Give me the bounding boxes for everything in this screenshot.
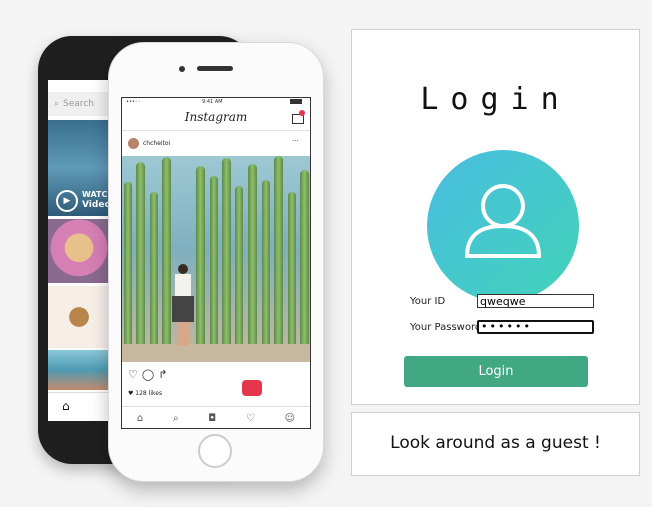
password-field[interactable]: •••••• [477, 320, 594, 334]
back-video-label: Video [82, 200, 111, 210]
back-search-bar: ⌕ Search [48, 92, 110, 116]
password-value: •••••• [481, 320, 532, 333]
play-icon: ▶ [56, 190, 78, 212]
battery-icon [290, 99, 302, 104]
front-phone-screen: •••◦◦ 9:41 AM Instagram chcheitoi ··· ♡◯… [121, 97, 311, 429]
post-username[interactable]: chcheitoi [143, 140, 170, 147]
back-search-placeholder: Search [63, 99, 94, 109]
back-tab-bar: ⌂ [48, 392, 110, 421]
status-time: 9:41 AM [202, 99, 223, 105]
app-title: Instagram [184, 110, 248, 124]
search-icon[interactable]: ⌕ [173, 413, 179, 424]
heart-icon[interactable]: ♡ [128, 368, 142, 381]
password-label: Your Password [410, 322, 482, 333]
home-icon: ⌂ [62, 399, 70, 413]
user-icon [464, 184, 542, 258]
comment-icon[interactable]: ◯ [142, 368, 158, 381]
notification-dot [299, 110, 305, 116]
phone-camera [179, 66, 185, 72]
post-actions: ♡◯↱ [128, 368, 171, 381]
id-field[interactable] [477, 294, 594, 308]
more-icon[interactable]: ··· [292, 137, 299, 145]
post-header: chcheitoi [128, 138, 170, 149]
divider [122, 130, 310, 131]
tab-bar: ⌂ ⌕ ◘ ♡ ☺ [122, 406, 310, 428]
post-photo [122, 156, 310, 362]
back-tile-pool [48, 350, 110, 390]
phone-home-button [198, 434, 232, 468]
login-card: Login Your ID Your Password •••••• Login [351, 29, 640, 405]
likes-text: 128 likes [135, 390, 163, 397]
id-label: Your ID [410, 296, 446, 307]
back-tile-cat [48, 219, 110, 283]
home-icon[interactable]: ⌂ [137, 413, 143, 424]
guest-card[interactable]: Look around as a guest ! [351, 412, 640, 476]
login-title: Login [420, 82, 571, 117]
share-icon[interactable]: ↱ [158, 368, 171, 381]
search-icon: ⌕ [54, 99, 60, 109]
login-button[interactable]: Login [404, 356, 588, 387]
heart-icon[interactable]: ♡ [246, 413, 255, 424]
phone-speaker [197, 66, 233, 71]
status-bar: •••◦◦ 9:41 AM [122, 98, 310, 108]
likes-count: ♥ 128 likes [128, 390, 163, 397]
user-avatar-circle [427, 150, 579, 302]
activity-notification-badge [242, 380, 262, 396]
camera-icon[interactable]: ◘ [208, 413, 216, 424]
back-tile-dog [48, 286, 110, 348]
guest-link[interactable]: Look around as a guest ! [352, 433, 639, 453]
profile-icon[interactable]: ☺ [285, 413, 295, 424]
avatar[interactable] [128, 138, 139, 149]
signal-icon: •••◦◦ [126, 99, 141, 105]
